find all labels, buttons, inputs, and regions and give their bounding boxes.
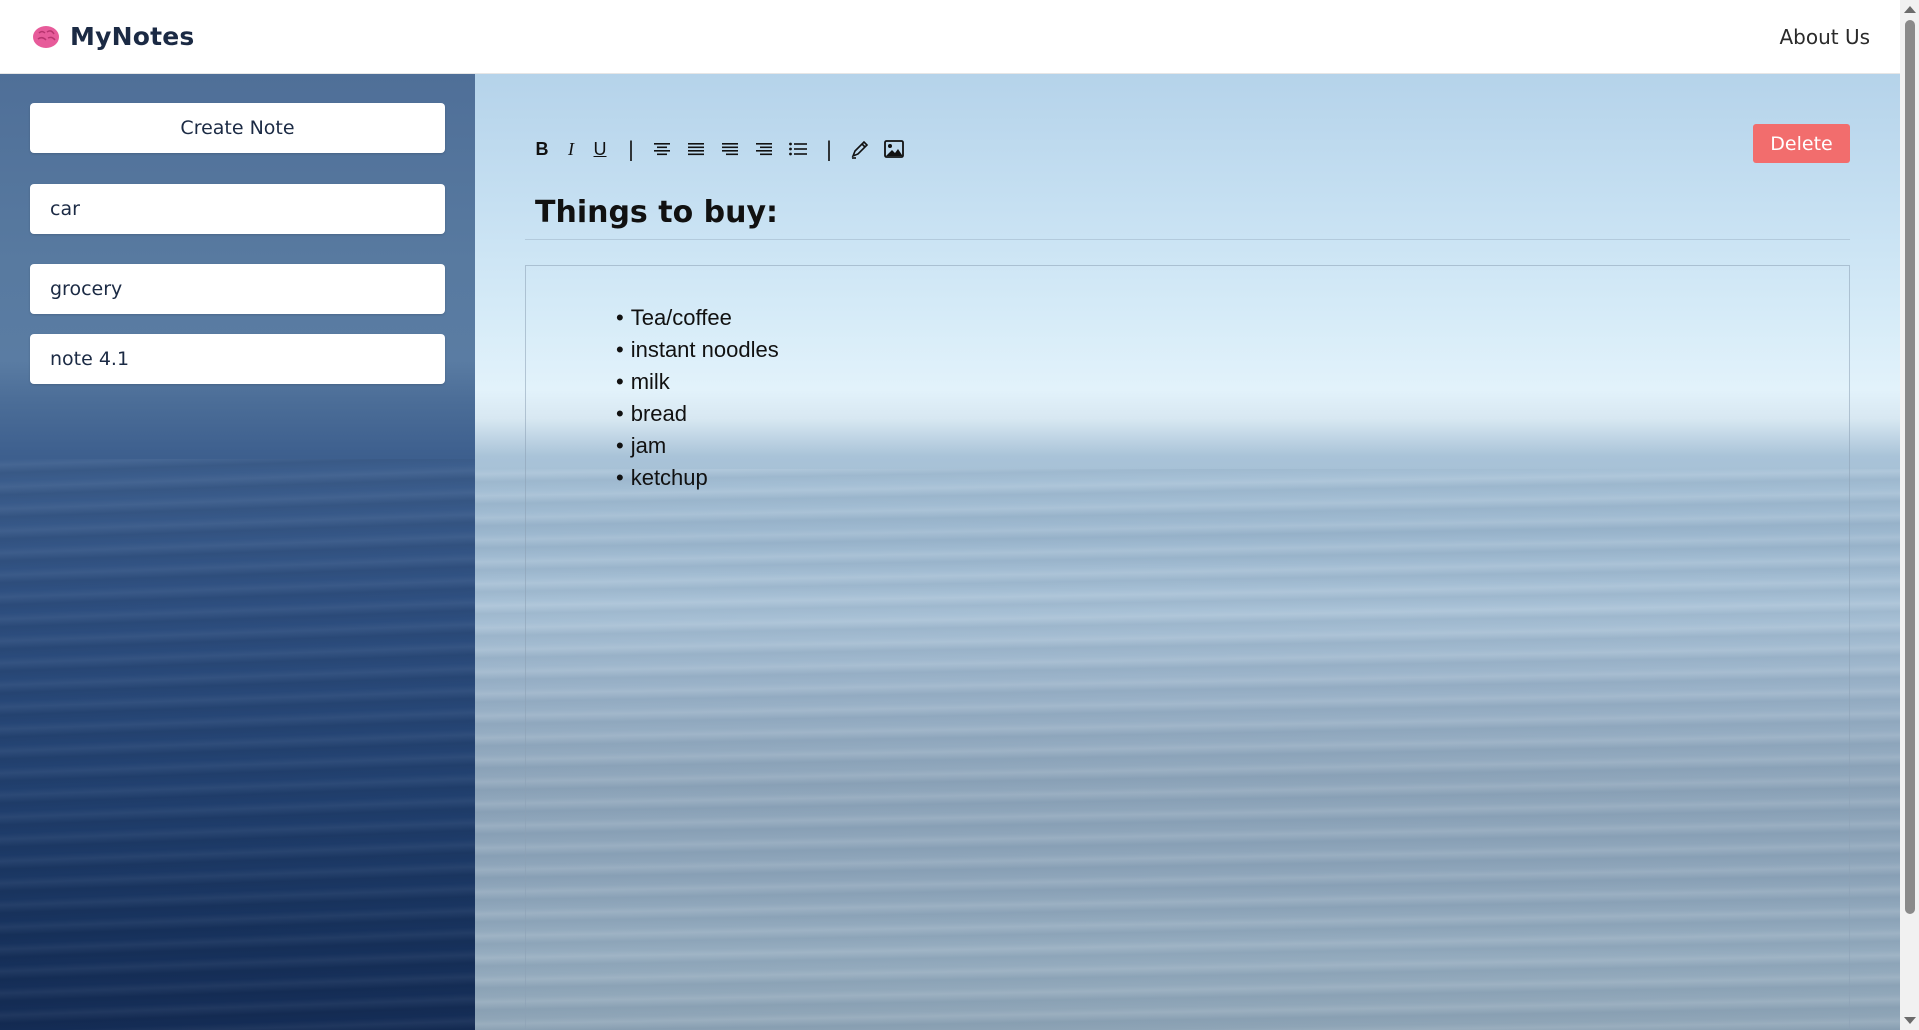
list-item: jam <box>616 430 779 462</box>
create-note-button[interactable]: Create Note <box>30 103 445 153</box>
align-right-icon <box>756 143 772 156</box>
note-title-input[interactable]: Things to buy: <box>525 192 1850 240</box>
scroll-up-arrow-icon[interactable] <box>1904 6 1916 13</box>
scroll-down-arrow-icon[interactable] <box>1904 1017 1916 1024</box>
note-item-car[interactable]: car <box>30 184 445 234</box>
brand-name: MyNotes <box>70 22 195 51</box>
note-content-editor[interactable]: Tea/coffee instant noodles milk bread ja… <box>525 265 1850 1030</box>
insert-image-button[interactable] <box>877 134 911 164</box>
scroll-thumb[interactable] <box>1905 20 1915 914</box>
italic-button[interactable]: I <box>559 134 583 164</box>
list-item: bread <box>616 398 779 430</box>
align-justify-icon <box>722 143 738 156</box>
formatting-toolbar: B I U | | <box>525 134 911 164</box>
align-left-button[interactable] <box>679 134 713 164</box>
list-item: milk <box>616 366 779 398</box>
about-us-link[interactable]: About Us <box>1779 25 1870 49</box>
note-item-grocery[interactable]: grocery <box>30 264 445 314</box>
list-icon <box>789 142 807 156</box>
sidebar-background-waves <box>0 459 475 1030</box>
toolbar-separator-2: | <box>825 137 833 161</box>
brand[interactable]: MyNotes <box>32 22 194 51</box>
toolbar-separator: | <box>627 137 635 161</box>
page-scrollbar[interactable] <box>1900 0 1919 1030</box>
align-center-icon <box>654 143 670 156</box>
highlight-pen-icon <box>851 140 869 159</box>
highlight-button[interactable] <box>843 134 877 164</box>
align-center-button[interactable] <box>645 134 679 164</box>
note-item-note-4-1[interactable]: note 4.1 <box>30 334 445 384</box>
align-justify-button[interactable] <box>713 134 747 164</box>
bullet-list-button[interactable] <box>781 134 815 164</box>
bold-button[interactable]: B <box>525 134 559 164</box>
align-left-icon <box>688 143 704 156</box>
underline-button[interactable]: U <box>583 134 617 164</box>
list-item: Tea/coffee <box>616 302 779 334</box>
list-item: ketchup <box>616 462 779 494</box>
note-editor-panel: B I U | | Delete Things to buy: • Tea/co… <box>475 74 1900 1030</box>
brain-icon <box>33 25 59 48</box>
list-item: instant noodles <box>616 334 779 366</box>
notes-sidebar: Create Note car grocery note 4.1 <box>0 74 475 1030</box>
image-icon <box>884 140 904 158</box>
delete-note-button[interactable]: Delete <box>1753 124 1850 163</box>
align-right-button[interactable] <box>747 134 781 164</box>
top-navbar: MyNotes About Us <box>0 0 1900 74</box>
shopping-list: Tea/coffee instant noodles milk bread ja… <box>616 302 779 494</box>
